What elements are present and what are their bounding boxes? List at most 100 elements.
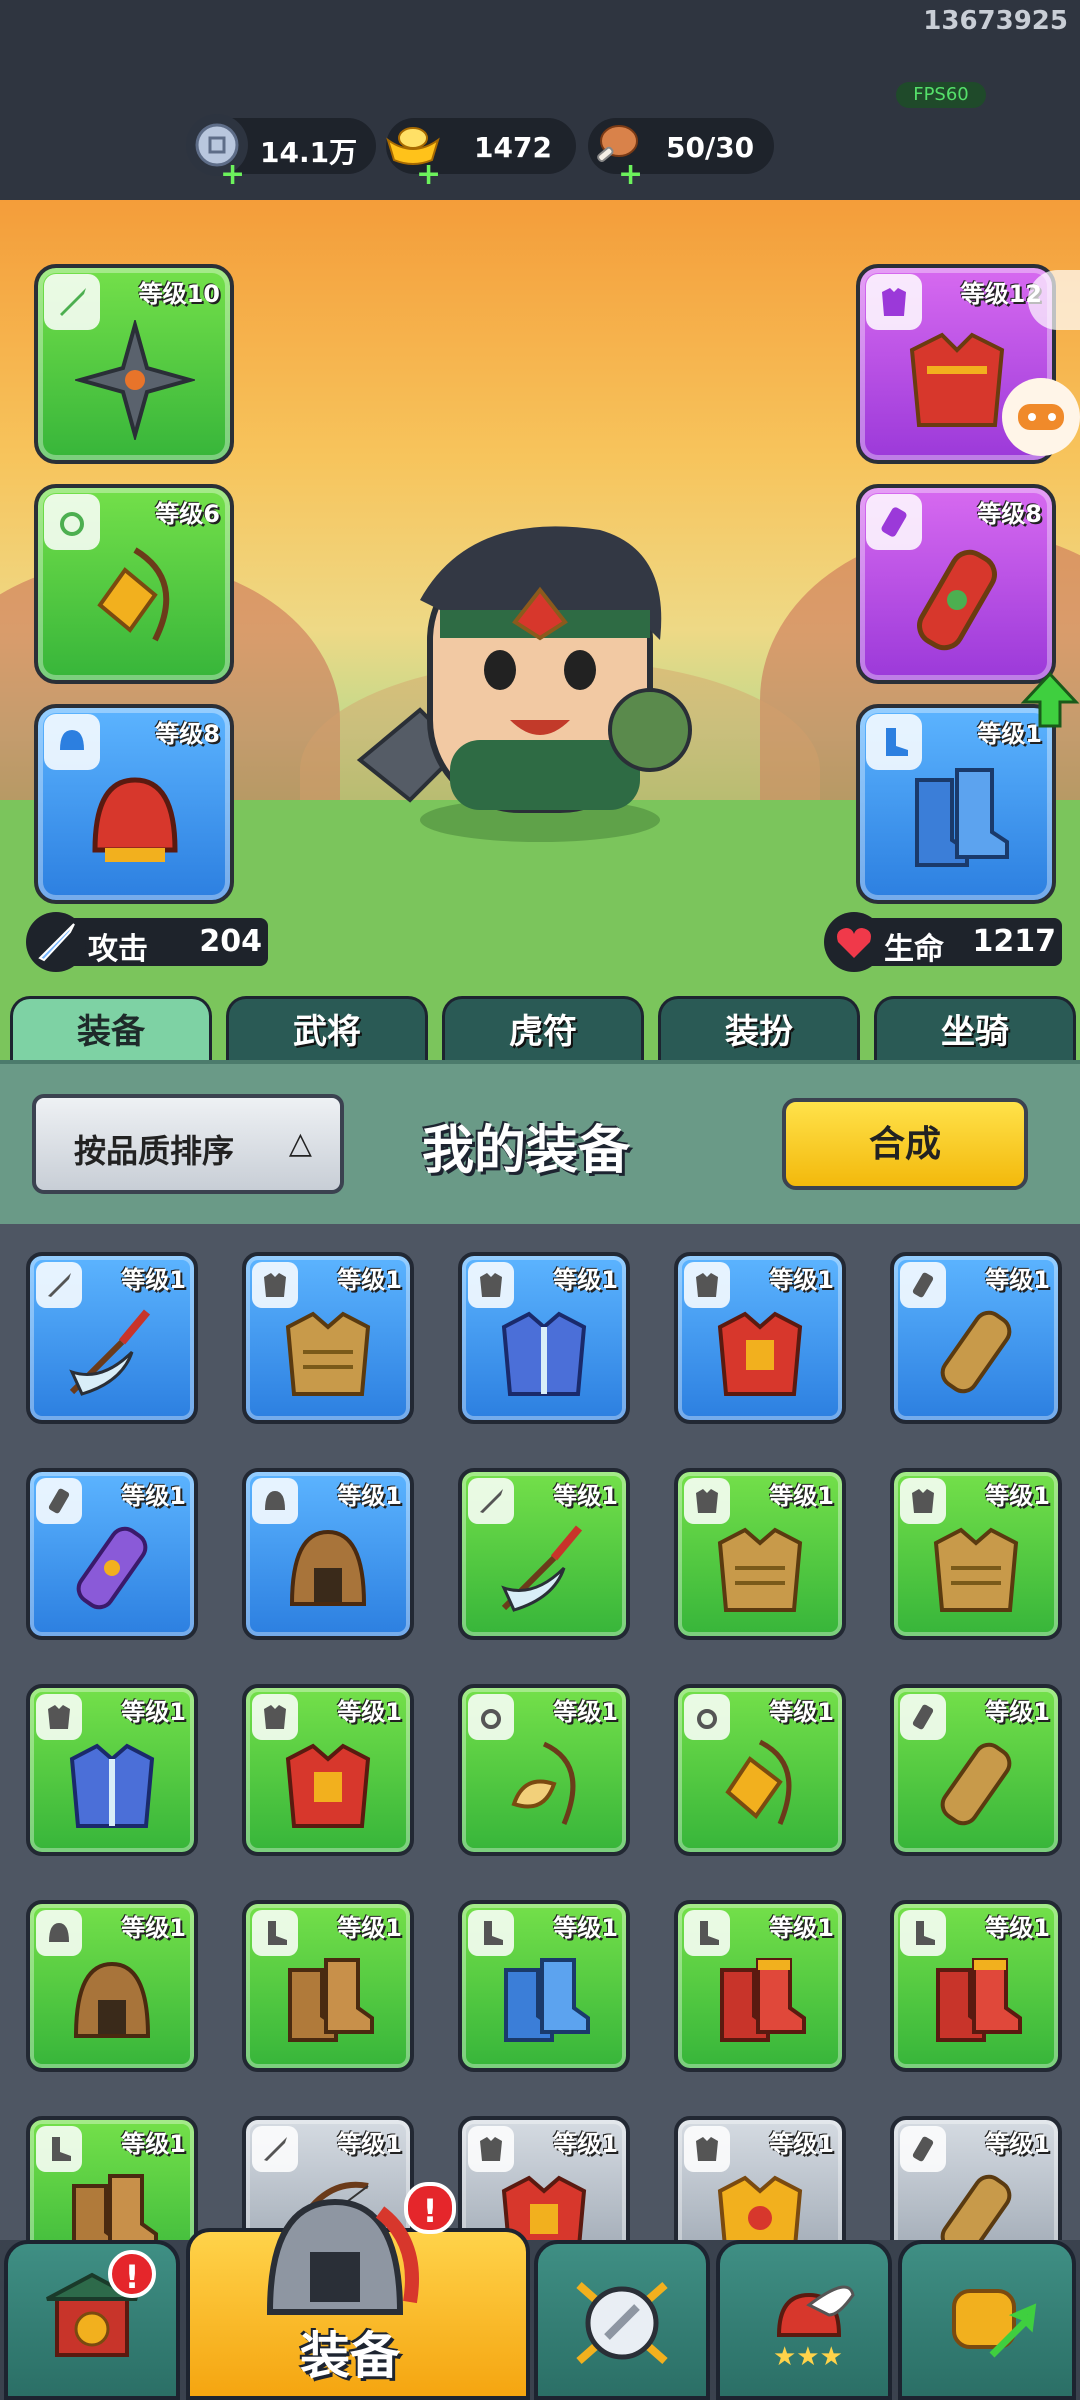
inventory-item[interactable]: 等级1 [674, 1252, 846, 1424]
glaive-icon [492, 1516, 596, 1620]
inventory-item[interactable]: 等级1 [242, 1252, 414, 1424]
sort-arrow-icon: △ [288, 1126, 312, 1161]
inventory-item[interactable]: 等级1 [674, 1900, 846, 2072]
bronze-helmet-icon [60, 1948, 164, 2052]
blue-boots-icon [492, 1948, 596, 2052]
glaive-icon [60, 1300, 164, 1404]
inventory-item[interactable]: 等级1 [890, 1468, 1062, 1640]
plus-icon[interactable]: + [220, 160, 245, 190]
inventory-item[interactable]: 等级1 [26, 1252, 198, 1424]
blue-boots-icon [892, 760, 1022, 880]
tab-outfit[interactable]: 装扮 [658, 996, 860, 1063]
gamepad-icon [1018, 404, 1064, 430]
stamina-value: 50/30 [666, 131, 755, 164]
inventory-item[interactable]: 等级1 [26, 2116, 198, 2240]
inventory-header: 按品质排序 △ 我的装备 合成 [0, 1060, 1080, 1228]
attack-value: 204 [199, 924, 262, 959]
nav-battle[interactable] [534, 2240, 710, 2400]
inventory-item[interactable]: 等级1 [26, 1684, 198, 1856]
red-armor-icon [276, 1732, 380, 1836]
item-level: 等级1 [121, 2130, 186, 2158]
bracer-item-icon [892, 540, 1022, 660]
notification-badge: ! [108, 2250, 156, 2298]
hero-character[interactable] [350, 510, 730, 850]
tab-tiger-tally[interactable]: 虎符 [442, 996, 644, 1063]
inventory-item[interactable]: 等级1 [458, 1252, 630, 1424]
item-level: 等级1 [985, 1698, 1050, 1726]
brown-boots-icon [276, 1948, 380, 2052]
gamepad-button[interactable] [1002, 378, 1080, 456]
helmet-icon [266, 2198, 419, 2315]
inventory-item[interactable]: 等级1 [674, 1684, 846, 1856]
item-level: 等级10 [138, 280, 220, 308]
equip-slot-accessory[interactable]: 等级6 [34, 484, 234, 684]
inventory-item[interactable]: 等级1 [890, 1900, 1062, 2072]
item-level: 等级1 [769, 1266, 834, 1294]
attack-stat: 攻击 204 [26, 912, 268, 972]
inventory-item[interactable]: 等级1 [458, 1684, 630, 1856]
equip-slot-helmet[interactable]: 等级8 [34, 704, 234, 904]
bronze-helmet-icon [276, 1516, 380, 1620]
equip-slot-bracer[interactable]: 等级8 [856, 484, 1056, 684]
inventory-item[interactable]: 等级1 [890, 1252, 1062, 1424]
nav-heroes[interactable]: ★★★ [716, 2240, 892, 2400]
svg-text:★★★: ★★★ [773, 2342, 843, 2372]
horn-amulet-icon [492, 1732, 596, 1836]
silver-value: 14.1万 [260, 136, 358, 169]
page-title: 我的装备 [422, 1121, 631, 1181]
tab-generals[interactable]: 武将 [226, 996, 428, 1063]
item-level: 等级1 [553, 1482, 618, 1510]
item-level: 等级1 [985, 2130, 1050, 2158]
red-boots-icon [924, 1948, 1028, 2052]
inventory-item[interactable]: 等级1 [674, 2116, 846, 2240]
inventory-item[interactable]: 等级1 [674, 1468, 846, 1640]
inventory-item[interactable]: 等级1 [26, 1900, 198, 2072]
equip-slot-weapon[interactable]: 等级10 [34, 264, 234, 464]
inventory-item[interactable]: 等级1 [242, 1468, 414, 1640]
tab-equipment[interactable]: 装备 [10, 996, 212, 1063]
item-level: 等级1 [121, 1698, 186, 1726]
red-boots-icon [708, 1948, 812, 2052]
inventory-item[interactable]: 等级1 [242, 1900, 414, 2072]
item-level: 等级8 [977, 500, 1042, 528]
tab-mount[interactable]: 坐骑 [874, 996, 1076, 1063]
red-armor-icon [708, 1300, 812, 1404]
item-level: 等级1 [769, 1914, 834, 1942]
item-level: 等级1 [337, 1698, 402, 1726]
gold-value: 1472 [474, 131, 552, 164]
inventory-item[interactable]: 等级1 [890, 1684, 1062, 1856]
bronze-armor-icon [276, 1300, 380, 1404]
stamina-resource[interactable]: 50/30 + [588, 118, 774, 190]
inventory-item[interactable]: 等级1 [890, 2116, 1062, 2240]
plus-icon[interactable]: + [416, 160, 441, 190]
category-tabs: 装备 武将 虎符 装扮 坐骑 [0, 996, 1080, 1063]
gold-resource[interactable]: 1472 + [386, 118, 576, 190]
item-level: 等级1 [337, 1266, 402, 1294]
sort-by-quality-button[interactable]: 按品质排序 △ [32, 1094, 344, 1194]
red-helmet-icon [70, 760, 200, 880]
nav-upgrade[interactable] [898, 2240, 1076, 2400]
heart-icon [824, 912, 884, 972]
plus-icon[interactable]: + [618, 160, 643, 190]
notification-badge: ! [404, 2182, 456, 2234]
item-level: 等级1 [985, 1266, 1050, 1294]
inventory-item[interactable]: 等级1 [458, 1468, 630, 1640]
bronze-bracer-icon [924, 1300, 1028, 1404]
item-level: 等级1 [985, 1482, 1050, 1510]
item-level: 等级1 [337, 1914, 402, 1942]
equip-slot-boots[interactable]: 等级1 [856, 704, 1056, 904]
fist-icon [952, 2289, 1037, 2358]
inventory-item[interactable]: 等级1 [458, 2116, 630, 2240]
inventory-item[interactable]: 等级1 [242, 1684, 414, 1856]
amulet-icon [70, 540, 200, 660]
inventory-item[interactable]: 等级1 [458, 1900, 630, 2072]
bronze-armor-icon [924, 1516, 1028, 1620]
craft-button[interactable]: 合成 [782, 1098, 1028, 1190]
bronze-armor-icon [708, 1516, 812, 1620]
bronze-bracer-icon [924, 1732, 1028, 1836]
item-level: 等级6 [155, 500, 220, 528]
gold-armor-icon [708, 2164, 812, 2240]
inventory-item[interactable]: 等级1 [26, 1468, 198, 1640]
side-tab[interactable] [1028, 270, 1080, 330]
silver-resource[interactable]: 14.1万 + [186, 114, 376, 190]
